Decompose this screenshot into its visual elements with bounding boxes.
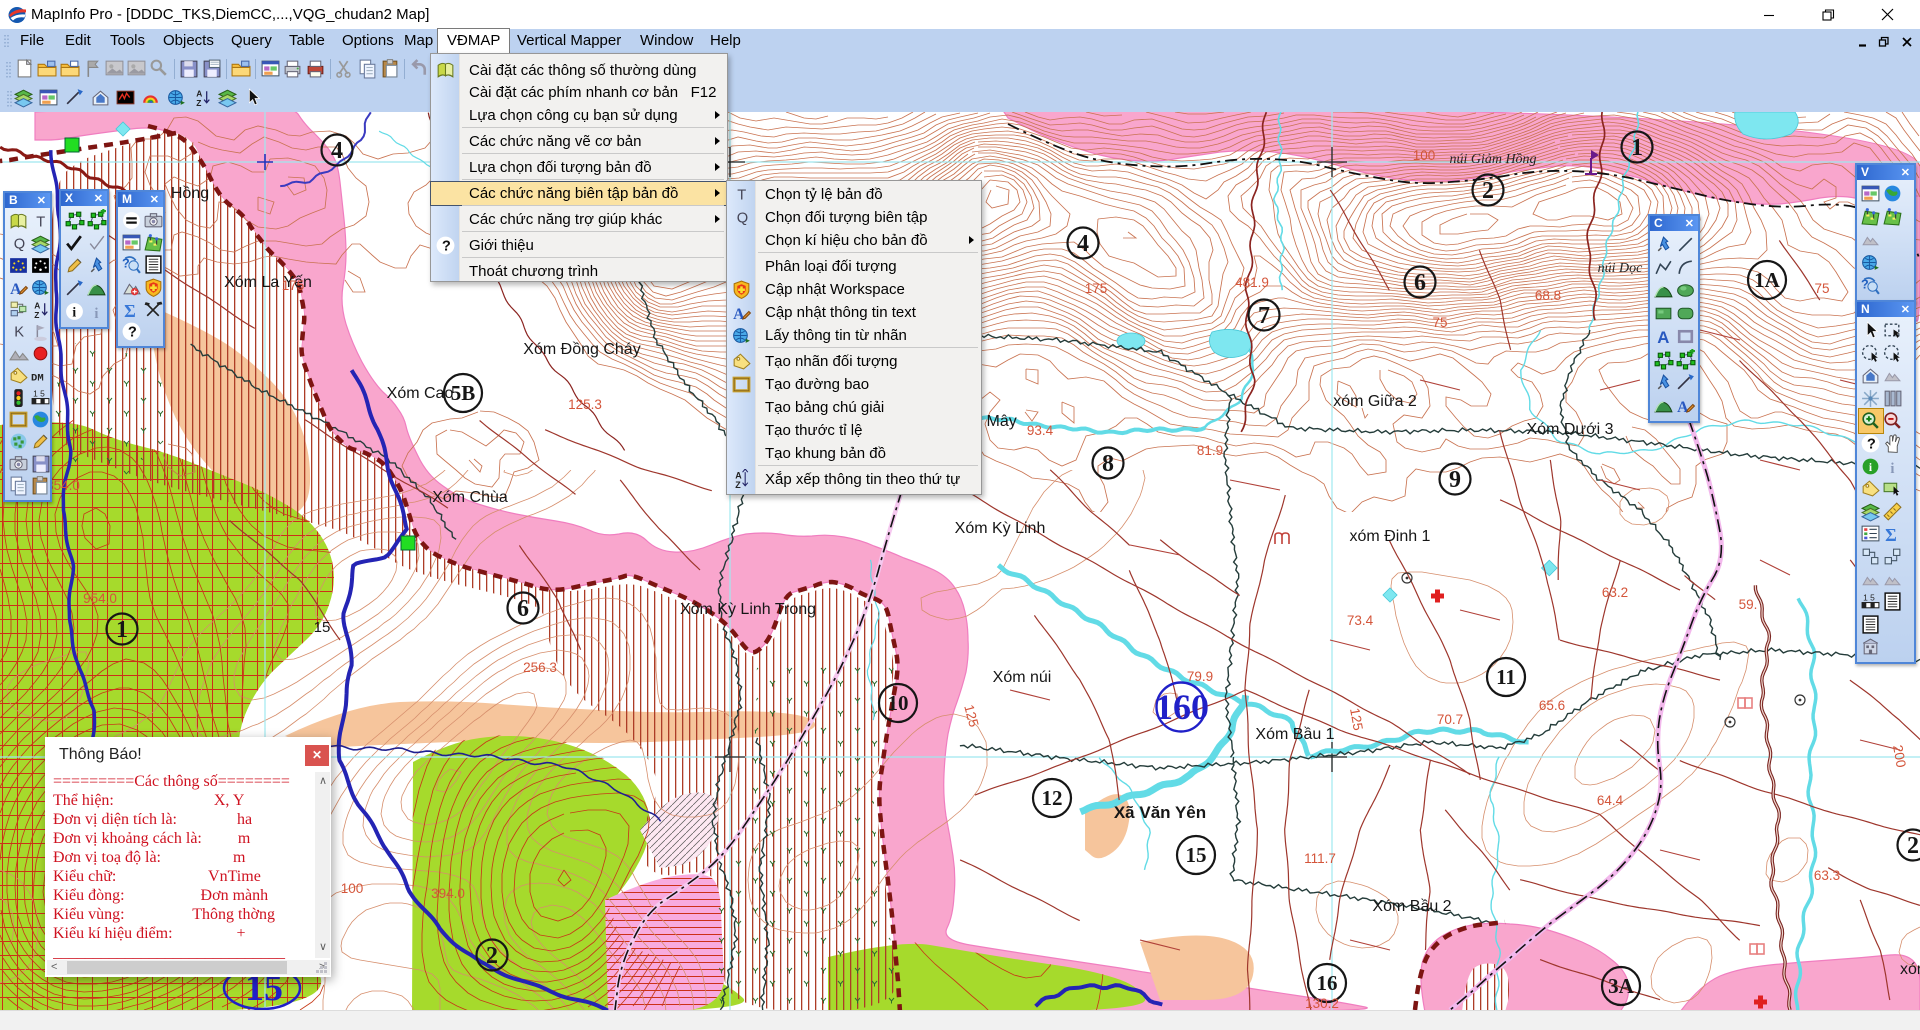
svg-text:12: 12 [1042,786,1063,810]
svg-text:1: 1 [1631,135,1643,161]
svg-text:256.3: 256.3 [523,660,557,675]
svg-text:9: 9 [1449,467,1461,493]
svg-text:10: 10 [888,691,909,715]
svg-text:Σ: Σ [124,301,136,320]
svg-text:Hồng: Hồng [171,185,209,202]
svg-text:A: A [1657,328,1669,347]
svg-text:?: ? [128,325,137,341]
svg-text:16: 16 [1317,971,1338,995]
svg-text:11: 11 [1496,665,1516,689]
svg-text:175: 175 [1085,281,1108,296]
svg-text:7: 7 [1258,303,1270,329]
svg-text:Xóm núi: Xóm núi [993,669,1052,686]
svg-text:175: 175 [282,278,305,293]
svg-text:i: i [94,306,98,322]
svg-text:xóm Đ: xóm Đ [1900,961,1920,978]
svg-text:Σ: Σ [1885,525,1897,544]
svg-text:64.4: 64.4 [1597,793,1624,808]
svg-text:65.6: 65.6 [1539,698,1565,713]
svg-text:481.9: 481.9 [1235,275,1269,290]
svg-text:2: 2 [1907,833,1919,859]
svg-text:111.7: 111.7 [1304,851,1336,866]
svg-text:Xóm Kỳ Linh Trong: Xóm Kỳ Linh Trong [680,601,816,618]
svg-text:A: A [733,306,745,323]
svg-text:4: 4 [1077,231,1089,257]
svg-text:100: 100 [341,881,364,896]
svg-text:xóm Giữa 2: xóm Giữa 2 [1333,393,1417,410]
svg-text:130.2: 130.2 [1305,996,1339,1010]
svg-text:Xóm Đồng Cháy: Xóm Đồng Cháy [523,341,640,358]
svg-text:15: 15 [314,619,331,636]
svg-text:81.9: 81.9 [1197,443,1223,458]
svg-text:6: 6 [1414,270,1426,296]
svg-text:Q: Q [737,211,748,227]
svg-text:1 5: 1 5 [33,388,45,398]
svg-text:?: ? [1867,437,1876,453]
svg-text:100: 100 [1413,148,1436,163]
svg-text:15: 15 [1186,843,1207,867]
svg-text:i: i [1890,461,1894,477]
svg-text:Z: Z [34,310,39,320]
svg-text:1: 1 [116,617,128,643]
svg-text:6: 6 [517,596,529,622]
svg-text:Xã Văn Yên: Xã Văn Yên [1114,803,1206,822]
svg-text:70.7: 70.7 [1437,712,1463,727]
svg-text:75: 75 [1814,281,1829,296]
svg-text:núi Dọc: núi Dọc [1598,261,1644,276]
svg-text:3A: 3A [1608,974,1635,998]
svg-text:93.4: 93.4 [1027,423,1054,438]
svg-text:73.4: 73.4 [1347,613,1374,628]
svg-text:59.: 59. [1739,597,1758,612]
svg-text:DM: DM [31,373,44,385]
svg-text:T: T [737,188,746,204]
svg-text:Q: Q [14,237,25,253]
svg-text:79.9: 79.9 [1187,669,1213,684]
svg-text:1 5: 1 5 [1863,592,1875,602]
svg-text:8: 8 [1102,451,1114,477]
svg-text:A: A [10,281,22,298]
svg-text:5B: 5B [451,381,476,405]
svg-text:Xóm Chùa: Xóm Chùa [432,489,508,506]
svg-text:4: 4 [331,138,343,164]
svg-text:Z: Z [735,480,741,490]
svg-text:1A: 1A [1754,268,1781,292]
svg-text:63.3: 63.3 [1814,868,1840,883]
svg-text:K: K [14,325,24,341]
svg-text:A: A [1677,399,1689,416]
svg-text:Xóm Bầu 2: Xóm Bầu 2 [1372,898,1451,915]
svg-text:2: 2 [1482,178,1494,204]
svg-text:Xóm Bầu 1: Xóm Bầu 1 [1255,726,1334,743]
svg-text:75: 75 [1432,315,1447,330]
svg-text:125.3: 125.3 [568,397,602,412]
svg-text:63.2: 63.2 [1602,585,1628,600]
svg-text:2: 2 [486,943,498,969]
svg-text:Z: Z [196,98,201,108]
svg-text:xóm Đinh 1: xóm Đinh 1 [1350,528,1431,545]
svg-text:68.8: 68.8 [1535,288,1561,303]
svg-text:núi Giảm Hồng: núi Giảm Hồng [1449,152,1536,167]
svg-text:394.0: 394.0 [431,886,465,901]
svg-text:T: T [36,215,45,231]
svg-text:?: ? [442,239,451,255]
svg-text:Xóm Kỳ Linh: Xóm Kỳ Linh [955,520,1046,537]
svg-text:Xóm Dưới 3: Xóm Dưới 3 [1527,421,1614,438]
svg-text:i: i [72,305,76,320]
svg-text:954.0: 954.0 [83,591,117,606]
